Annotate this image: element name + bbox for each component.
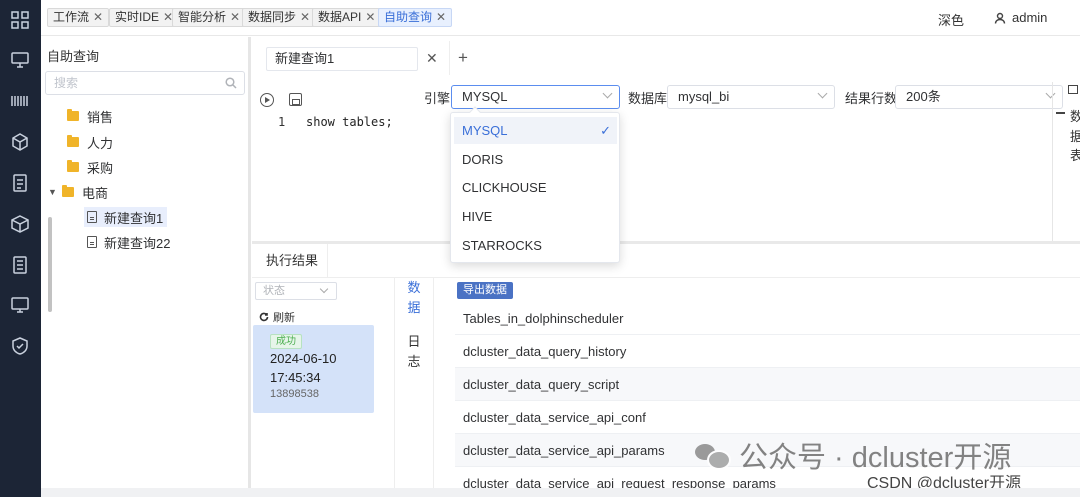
query-tree-panel: 自助查询 搜索 销售 人力 采购 ▼ 电商 新建查询1 新建查询22 bbox=[41, 37, 251, 497]
desktop-icon[interactable] bbox=[8, 293, 32, 317]
result-vertical-tabs: 数 据 日 志 bbox=[394, 278, 434, 497]
folder-icon bbox=[67, 109, 79, 121]
table-icon[interactable] bbox=[1068, 85, 1078, 94]
tree-folder-hr[interactable]: 人力 bbox=[67, 132, 113, 152]
engine-label: 引擎: bbox=[424, 91, 454, 106]
table-side-panel[interactable]: 数 据 表 bbox=[1052, 82, 1080, 242]
theme-toggle[interactable]: 深色 bbox=[938, 10, 964, 29]
tree-folder-ecommerce[interactable]: ▼ 电商 bbox=[48, 182, 108, 202]
app-sidebar-rail bbox=[0, 0, 41, 497]
shield-check-icon[interactable] bbox=[8, 334, 32, 358]
tree-folder-sales[interactable]: 销售 bbox=[67, 106, 113, 126]
engine-option-doris[interactable]: DORIS bbox=[454, 146, 617, 173]
file-icon bbox=[87, 211, 97, 223]
close-icon[interactable]: ✕ bbox=[436, 10, 446, 24]
top-tab-bar: 工作流 ✕ 实时IDE ✕ 智能分析 ✕ 数据同步 ✕ 数据API ✕ 自助查询 ✕ bbox=[41, 0, 1080, 36]
add-tab-button[interactable]: + bbox=[458, 48, 468, 68]
database-select[interactable]: mysql_bi bbox=[667, 85, 835, 109]
search-icon bbox=[225, 77, 237, 89]
line-number: 1 bbox=[278, 115, 286, 129]
apps-grid-icon[interactable] bbox=[8, 8, 32, 32]
chevron-down-icon bbox=[319, 284, 329, 294]
history-item[interactable]: 成功 2024-06-10 17:45:34 13898538 bbox=[253, 325, 374, 413]
report-icon[interactable] bbox=[8, 253, 32, 277]
top-tab-self-query[interactable]: 自助查询 ✕ bbox=[378, 8, 453, 27]
history-date: 2024-06-10 bbox=[270, 351, 337, 366]
engine-option-hive[interactable]: HIVE bbox=[454, 203, 617, 230]
query-tabs: 新建查询1 ✕ + bbox=[252, 37, 1080, 75]
results-tab-line bbox=[252, 277, 1080, 278]
folder-icon bbox=[67, 160, 79, 172]
engine-select[interactable]: MYSQL bbox=[451, 85, 620, 109]
user-menu[interactable]: admin bbox=[994, 10, 1047, 25]
engine-dropdown: MYSQL ✓ DORIS CLICKHOUSE HIVE STARROCKS bbox=[450, 106, 620, 263]
table-row[interactable]: dcluster_data_service_api_conf bbox=[455, 401, 1080, 434]
tree-scrollbar[interactable] bbox=[48, 217, 52, 312]
panel-title: 自助查询 bbox=[47, 49, 100, 64]
tab-log[interactable]: 日 志 bbox=[395, 332, 433, 372]
folder-icon bbox=[67, 135, 79, 147]
cube-icon[interactable] bbox=[8, 130, 32, 154]
engine-option-mysql[interactable]: MYSQL ✓ bbox=[454, 117, 617, 144]
caret-down-icon[interactable]: ▼ bbox=[48, 187, 58, 197]
close-icon[interactable]: ✕ bbox=[300, 10, 310, 24]
engine-option-clickhouse[interactable]: CLICKHOUSE bbox=[454, 174, 617, 201]
side-panel-text: 数 bbox=[1070, 109, 1080, 124]
table-header[interactable]: Tables_in_dolphinscheduler bbox=[455, 302, 1080, 335]
chevron-down-icon bbox=[817, 88, 828, 99]
close-icon[interactable]: ✕ bbox=[230, 10, 240, 24]
top-tab-realtime-ide[interactable]: 实时IDE ✕ bbox=[109, 8, 180, 27]
chevron-down-icon bbox=[602, 88, 613, 99]
tree-query-new1[interactable]: 新建查询1 bbox=[84, 207, 168, 227]
top-tab-smart-analysis[interactable]: 智能分析 ✕ bbox=[172, 8, 247, 27]
user-name: admin bbox=[1012, 10, 1048, 25]
wechat-logo-icon bbox=[693, 440, 731, 470]
database-label: 数据库: bbox=[628, 91, 671, 106]
tree-folder-purchase[interactable]: 采购 bbox=[67, 157, 113, 177]
top-tab-data-api[interactable]: 数据API ✕ bbox=[312, 8, 382, 27]
tab-data[interactable]: 数 据 bbox=[395, 278, 433, 318]
box-icon[interactable] bbox=[8, 212, 32, 236]
export-data-button[interactable]: 导出数据 bbox=[457, 282, 513, 299]
refresh-icon bbox=[259, 312, 269, 322]
table-row[interactable]: dcluster_data_query_script bbox=[455, 368, 1080, 401]
table-row[interactable]: dcluster_data_query_history bbox=[455, 335, 1080, 368]
close-icon[interactable]: ✕ bbox=[93, 10, 103, 24]
history-id: 13898538 bbox=[270, 388, 319, 400]
check-icon: ✓ bbox=[600, 123, 611, 138]
tab-execution-results[interactable]: 执行结果 bbox=[252, 244, 328, 277]
monitor-icon[interactable] bbox=[8, 48, 32, 72]
tree-query-new22[interactable]: 新建查询22 bbox=[87, 232, 170, 252]
query-tab-new1[interactable]: 新建查询1 bbox=[266, 47, 418, 71]
bottom-strip bbox=[41, 488, 1080, 497]
editor-splitter[interactable] bbox=[252, 241, 1080, 244]
status-badge: 成功 bbox=[270, 334, 302, 349]
user-icon bbox=[994, 12, 1006, 24]
code-editor[interactable]: 1 show tables; bbox=[278, 115, 393, 129]
top-tab-data-sync[interactable]: 数据同步 ✕ bbox=[242, 8, 317, 27]
engine-option-starrocks[interactable]: STARROCKS bbox=[454, 232, 617, 259]
close-icon[interactable]: ✕ bbox=[365, 10, 375, 24]
search-placeholder: 搜索 bbox=[54, 76, 79, 90]
save-icon[interactable] bbox=[289, 93, 302, 106]
close-icon[interactable]: ✕ bbox=[426, 50, 438, 67]
tab-divider bbox=[449, 41, 450, 75]
refresh-button[interactable]: 刷新 bbox=[259, 309, 295, 325]
document-list-icon[interactable] bbox=[8, 171, 32, 195]
top-tab-workflow[interactable]: 工作流 ✕ bbox=[47, 8, 110, 27]
status-filter-select[interactable]: 状态 bbox=[255, 282, 337, 300]
result-rows-select[interactable]: 200条 bbox=[895, 85, 1063, 109]
history-time: 17:45:34 bbox=[270, 370, 321, 385]
barcode-icon[interactable] bbox=[8, 89, 32, 113]
side-panel-text: 表 bbox=[1070, 148, 1080, 163]
run-icon[interactable] bbox=[260, 93, 274, 107]
tree-search-input[interactable]: 搜索 bbox=[45, 71, 245, 95]
result-rows-label: 结果行数: bbox=[845, 91, 901, 106]
code-text: show tables; bbox=[306, 115, 393, 129]
collapse-icon[interactable] bbox=[1056, 112, 1065, 114]
side-panel-text: 据 bbox=[1070, 129, 1080, 144]
folder-icon bbox=[62, 185, 74, 197]
file-icon bbox=[87, 236, 97, 248]
